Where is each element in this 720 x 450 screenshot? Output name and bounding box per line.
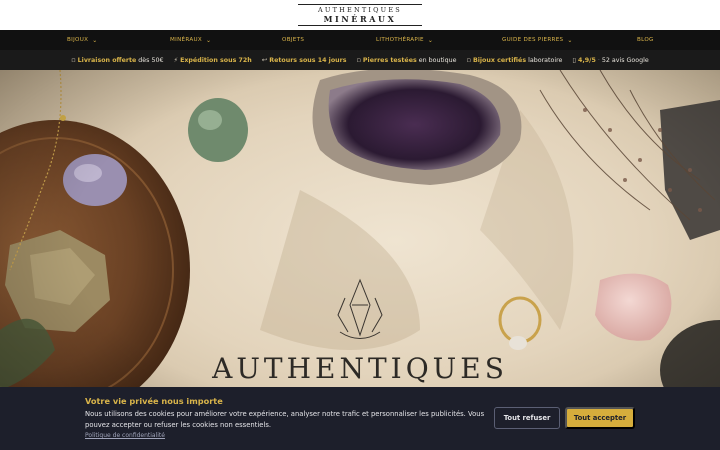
info-strip: ▫ Livraison offerte dès 50€ ⚡ Expédition s… [0,50,720,70]
strip-dispatch: ⚡ Expédition sous 72h [173,56,252,64]
site-logo[interactable]: AUTHENTIQUES MINÉRAUX [298,4,422,26]
nav-item-label: MINÉRAUX [170,37,203,43]
page: AUTHENTIQUES MINÉRAUX BIJOUX ⌄ MINÉRAUX ⌄ … [0,0,720,450]
main-nav: BIJOUX ⌄ MINÉRAUX ⌄ OBJETS LITHOTHÉRAPIE ⌄ … [0,30,720,50]
nav-item-bijoux[interactable]: BIJOUX ⌄ [67,30,98,50]
strip-certified: ▫ Bijoux certifiés laboratoire [466,56,563,64]
accept-all-button[interactable]: Tout accepter [565,407,635,429]
nav-item-label: GUIDE DES PIERRES [502,37,564,43]
logo-rule-top [298,4,422,6]
nav-item-label: LITHOTHÉRAPIE [376,37,424,43]
nav-item-lithotherapie[interactable]: LITHOTHÉRAPIE ⌄ [376,30,433,50]
certificate-icon: ▫ [466,56,471,64]
logo-line-2: MINÉRAUX [323,13,397,24]
chevron-down-icon: ⌄ [567,36,573,44]
strip-returns: ↩ Retours sous 14 jours [261,56,347,64]
strip-rating[interactable]: ▯ 4,9/5 · 52 avis Google [572,56,648,64]
cookie-banner: Votre vie privée nous importe Nous utili… [0,387,720,450]
nav-item-label: BIJOUX [67,37,89,43]
return-arrow-icon: ↩ [261,56,268,64]
logo-line-1: AUTHENTIQUES [318,6,402,15]
chevron-down-icon: ⌄ [92,36,98,44]
gem-icon: ▫ [356,56,361,64]
nav-item-guide[interactable]: GUIDE DES PIERRES ⌄ [502,30,573,50]
nav-item-label: BLOG [637,37,654,43]
google-icon: ▯ [572,56,576,64]
chevron-down-icon: ⌄ [427,36,434,44]
logo-bar: AUTHENTIQUES MINÉRAUX [0,0,720,30]
cookie-title: Votre vie privée nous importe [85,396,223,406]
hero-wordmark: AUTHENTIQUES [212,352,508,385]
strip-shipping: ▫ Livraison offerte dès 50€ [71,56,164,64]
package-icon: ▫ [71,56,76,64]
nav-item-mineraux[interactable]: MINÉRAUX ⌄ [170,30,211,50]
strip-tested: ▫ Pierres testées en boutique [356,56,457,64]
logo-rule-bottom [298,24,422,26]
cookie-text: Nous utilisons des cookies pour améliore… [85,410,485,429]
nav-item-label: OBJETS [282,37,305,43]
nav-item-blog[interactable]: BLOG [637,30,654,50]
lightning-icon: ⚡ [173,56,179,64]
nav-item-objets[interactable]: OBJETS [282,30,304,50]
refuse-all-button[interactable]: Tout refuser [494,407,560,429]
chevron-down-icon: ⌄ [206,36,212,44]
privacy-policy-link[interactable]: Politique de confidentialité [85,432,165,439]
